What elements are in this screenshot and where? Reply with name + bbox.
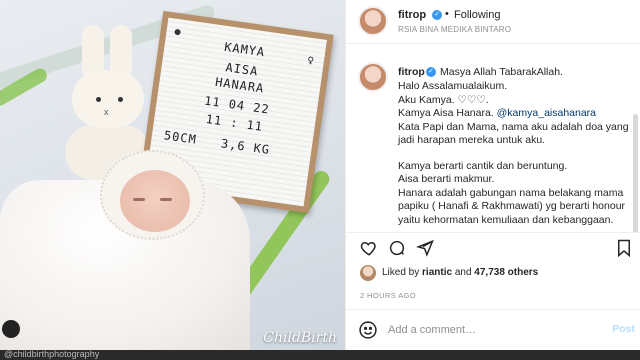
post-header: fitrop ✓ • Following RSIA BINA MEDIKA BI… <box>346 0 640 44</box>
caption-line: Kata Papi dan Mama, nama aku adalah doa … <box>398 120 629 133</box>
verified-badge-icon: ✓ <box>426 67 436 77</box>
baby-face <box>120 170 190 232</box>
liker-avatar[interactable] <box>360 265 376 281</box>
caption-mention-link[interactable]: @kamya_aisahanara <box>497 107 596 119</box>
bunny-mouth: x <box>104 107 109 117</box>
caption-text: Halo Assalamualaikum. Aku Kamya. ♡♡♡. Ka… <box>398 80 636 227</box>
caption-line: yaitu kehormatan kemuliaan dan kebanggaa… <box>398 213 614 226</box>
bunny-eye <box>118 97 123 102</box>
likes-summary[interactable]: Liked by riantic and 47,738 others <box>382 267 538 278</box>
caption-scrollbar[interactable] <box>633 114 638 232</box>
caption-first-line: Masya Allah TabarakAllah. <box>440 66 563 78</box>
caption-area: fitrop ✓ Masya Allah TabarakAllah. Halo … <box>346 54 640 232</box>
comment-icon[interactable] <box>386 237 408 259</box>
heart-icon[interactable] <box>358 237 380 259</box>
caption-avatar[interactable] <box>358 62 388 92</box>
likes-row: Liked by riantic and 47,738 others <box>346 262 640 284</box>
board-weight: 3,6 KG <box>220 136 271 158</box>
caption-line: Aku Kamya. ♡♡♡. <box>398 93 489 106</box>
following-button[interactable]: Following <box>454 9 500 21</box>
photo-watermark: ChildBirth <box>263 330 337 346</box>
likes-count[interactable]: 47,738 others <box>474 267 538 278</box>
baby-eye <box>133 198 145 201</box>
post-side-panel: fitrop ✓ • Following RSIA BINA MEDIKA BI… <box>345 0 640 350</box>
caption-line: Kamya Aisa Hanara. @kamya_aisahanara <box>398 107 636 121</box>
author-avatar[interactable] <box>358 6 388 36</box>
tag-icon[interactable] <box>2 320 20 338</box>
bunny-head <box>72 70 144 128</box>
screen: x ♀ KAMYA AISA HANARA 11 04 22 11 : 11 5… <box>0 0 640 360</box>
instagram-post-card: x ♀ KAMYA AISA HANARA 11 04 22 11 : 11 5… <box>0 0 640 350</box>
liker-username[interactable]: riantic <box>422 267 452 278</box>
caption-line-text: Kamya Aisa Hanara. <box>398 107 494 119</box>
comment-input[interactable] <box>388 318 598 342</box>
bunny-eye <box>96 97 101 102</box>
bookmark-icon[interactable] <box>613 237 635 259</box>
author-username[interactable]: fitrop <box>398 9 426 21</box>
post-photo[interactable]: x ♀ KAMYA AISA HANARA 11 04 22 11 : 11 5… <box>0 0 345 350</box>
caption-line: jadi harapan mereka untuk aku. <box>398 134 546 146</box>
post-location[interactable]: RSIA BINA MEDIKA BINTARO <box>398 25 511 34</box>
caption-line: Hanara adalah gabungan nama belakang mam… <box>398 186 624 199</box>
verified-badge-icon: ✓ <box>432 10 442 20</box>
emoji-smile-icon[interactable] <box>358 320 378 340</box>
comment-box: Post <box>346 309 640 350</box>
caption-username[interactable]: fitrop <box>398 66 425 78</box>
likes-prefix: Liked by <box>382 267 420 278</box>
header-separator: • <box>445 8 449 20</box>
baby-eye <box>160 198 172 201</box>
caption-line: papiku ( Hanafi & Rakhmawati) yg berarti… <box>398 200 626 212</box>
board-length: 50CM <box>163 128 198 147</box>
post-timestamp[interactable]: 2 HOURS AGO <box>360 291 416 300</box>
post-comment-button[interactable]: Post <box>612 323 635 335</box>
likes-conj: and <box>454 267 472 278</box>
caption-line: Halo Assalamualaikum. <box>398 80 508 92</box>
bottom-credit: @childbirthphotography <box>4 349 100 359</box>
paper-plane-icon[interactable] <box>414 237 436 259</box>
caption-line: Aisa berarti makmur. <box>398 173 495 185</box>
post-actions <box>346 232 640 262</box>
caption-line: Kamya berarti cantik dan beruntung. <box>398 159 568 172</box>
